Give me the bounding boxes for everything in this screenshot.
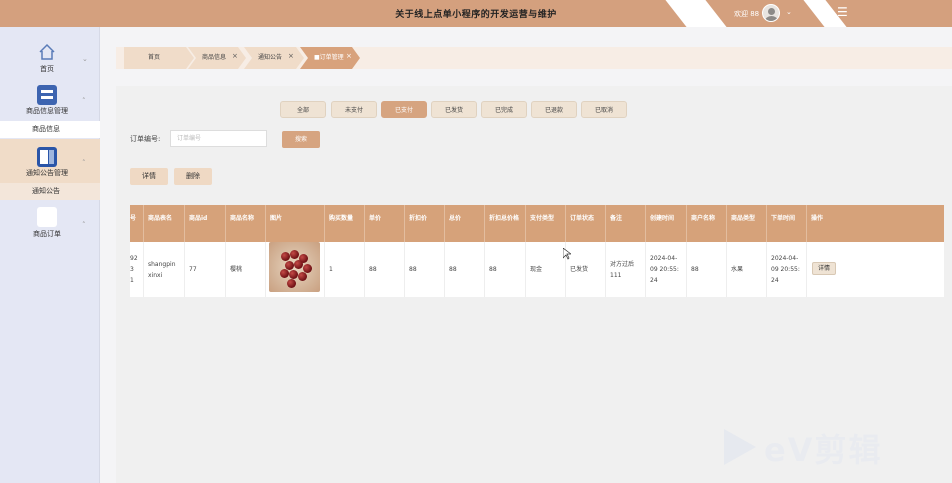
tab-completed[interactable]: 已完成 bbox=[481, 101, 527, 118]
col-header: 操作 bbox=[811, 215, 824, 222]
sidebar: 首页 ⌄ 商品信息管理 ˄ 商品信息 通知公告管理 ˄ 通知公告 商品订单 ˄ bbox=[0, 27, 100, 483]
sidebar-subitem-goods-info[interactable]: 商品信息 bbox=[0, 121, 100, 138]
user-name[interactable]: 欢迎 88 bbox=[734, 9, 759, 19]
chevron-down-icon: ⌄ bbox=[82, 55, 88, 63]
close-icon[interactable]: × bbox=[288, 45, 294, 67]
order-no-label: 订单编号: bbox=[130, 135, 161, 143]
tab-shipped[interactable]: 已发货 bbox=[431, 101, 477, 118]
col-header: 图片 bbox=[266, 205, 325, 242]
cell-created: 2024-04- 09 20:55: 24 bbox=[646, 242, 687, 297]
col-header: 下单时间 bbox=[767, 205, 807, 242]
cell-discount-price: 88 bbox=[405, 242, 445, 297]
app-title: 关于线上点单小程序的开发运营与维护 bbox=[395, 10, 557, 20]
chevron-down-icon[interactable]: ⌄ bbox=[786, 8, 792, 16]
search-button[interactable]: 搜索 bbox=[282, 131, 320, 148]
col-header: 商品id bbox=[185, 205, 226, 242]
cell-remark: 对方过后 111 bbox=[606, 242, 646, 297]
col-header: 号 bbox=[130, 205, 144, 242]
blank-icon bbox=[37, 207, 57, 227]
breadcrumb-home[interactable]: 首页 bbox=[124, 47, 194, 69]
tab-cancelled[interactable]: 已取消 bbox=[581, 101, 627, 118]
panel-icon bbox=[37, 147, 57, 167]
cell-merchant: 88 bbox=[687, 242, 727, 297]
breadcrumb-goods-info[interactable]: 商品信息 × bbox=[188, 47, 246, 69]
col-header: 总价 bbox=[445, 205, 485, 242]
cell-status: 已发货 bbox=[566, 242, 606, 297]
cell-pay-type: 现金 bbox=[526, 242, 566, 297]
cell-total: 88 bbox=[445, 242, 485, 297]
col-header: 购买数量 bbox=[325, 205, 365, 242]
breadcrumb: 首页 商品信息 × 通知公告 × ■订单管理 × bbox=[116, 47, 952, 69]
cherry-image bbox=[269, 242, 320, 292]
col-header: 折扣总价格 bbox=[485, 205, 526, 242]
col-header: 支付类型 bbox=[526, 205, 566, 242]
tab-all[interactable]: 全部 bbox=[280, 101, 326, 118]
breadcrumb-orders[interactable]: ■订单管理 × bbox=[300, 47, 360, 69]
breadcrumb-label: 通知公告 bbox=[258, 54, 283, 61]
chevron-up-icon: ˄ bbox=[82, 97, 86, 105]
close-icon[interactable]: × bbox=[232, 45, 238, 67]
sidebar-item-label: 商品信息管理 bbox=[26, 107, 68, 115]
breadcrumb-label: ■订单管理 bbox=[314, 54, 344, 61]
breadcrumb-label: 首页 bbox=[148, 54, 161, 61]
cell-goods-name: 樱桃 bbox=[226, 242, 266, 297]
col-header: 商品类型 bbox=[727, 205, 767, 242]
sidebar-item-home[interactable]: 首页 ⌄ bbox=[0, 41, 100, 75]
sidebar-item-goods[interactable]: 商品信息管理 ˄ bbox=[0, 84, 100, 118]
home-icon bbox=[37, 42, 57, 62]
order-no-input[interactable] bbox=[170, 130, 267, 147]
avatar[interactable] bbox=[762, 4, 780, 22]
cell-order-time: 2024-04- 09 20:55: 24 bbox=[767, 242, 807, 297]
sidebar-item-label: 首页 bbox=[40, 65, 54, 73]
cell-qty: 1 bbox=[325, 242, 365, 297]
col-header: 创建时间 bbox=[646, 205, 687, 242]
row-detail-button[interactable]: 详情 bbox=[812, 262, 836, 275]
chevron-up-icon: ˄ bbox=[82, 159, 86, 167]
tab-paid[interactable]: 已支付 bbox=[381, 101, 427, 118]
detail-button[interactable]: 详情 bbox=[130, 168, 168, 185]
sidebar-item-notice[interactable]: 通知公告管理 ˄ bbox=[0, 139, 100, 183]
col-header: 商品名称 bbox=[226, 205, 266, 242]
cell-no: 92 3 1 bbox=[130, 242, 144, 297]
tab-unpaid[interactable]: 未支付 bbox=[331, 101, 377, 118]
database-icon bbox=[37, 85, 57, 105]
cell-goods-id: 77 bbox=[185, 242, 226, 297]
cell-price: 88 bbox=[365, 242, 405, 297]
play-icon bbox=[724, 429, 756, 465]
watermark-text: eV剪辑 bbox=[764, 431, 883, 469]
cursor-icon bbox=[563, 248, 571, 260]
col-header: 单价 bbox=[365, 205, 405, 242]
sidebar-item-label: 商品订单 bbox=[33, 230, 61, 238]
cell-discount-total: 88 bbox=[485, 242, 526, 297]
tab-refunded[interactable]: 已退款 bbox=[531, 101, 577, 118]
cell-goods-type: 水果 bbox=[727, 242, 767, 297]
col-header: 折扣价 bbox=[405, 205, 445, 242]
watermark: eV剪辑 bbox=[724, 425, 924, 469]
cell-table-name: shangpin xinxi bbox=[144, 242, 185, 297]
close-icon[interactable]: × bbox=[346, 45, 352, 67]
top-header: 关于线上点单小程序的开发运营与维护 欢迎 88 ⌄ ☰ bbox=[0, 0, 952, 27]
col-header: 订单状态 bbox=[566, 205, 606, 242]
hamburger-icon[interactable]: ☰ bbox=[837, 5, 848, 19]
sidebar-item-label: 通知公告管理 bbox=[26, 169, 68, 177]
col-header: 备注 bbox=[606, 205, 646, 242]
sidebar-subitem-notice[interactable]: 通知公告 bbox=[0, 183, 100, 200]
breadcrumb-label: 商品信息 bbox=[202, 54, 227, 61]
breadcrumb-notice[interactable]: 通知公告 × bbox=[244, 47, 304, 69]
sidebar-item-orders[interactable]: 商品订单 ˄ bbox=[0, 205, 100, 239]
col-header: 商品表名 bbox=[144, 205, 185, 242]
col-header: 商户名称 bbox=[687, 205, 727, 242]
delete-button[interactable]: 删除 bbox=[174, 168, 212, 185]
chevron-up-icon: ˄ bbox=[82, 221, 86, 229]
